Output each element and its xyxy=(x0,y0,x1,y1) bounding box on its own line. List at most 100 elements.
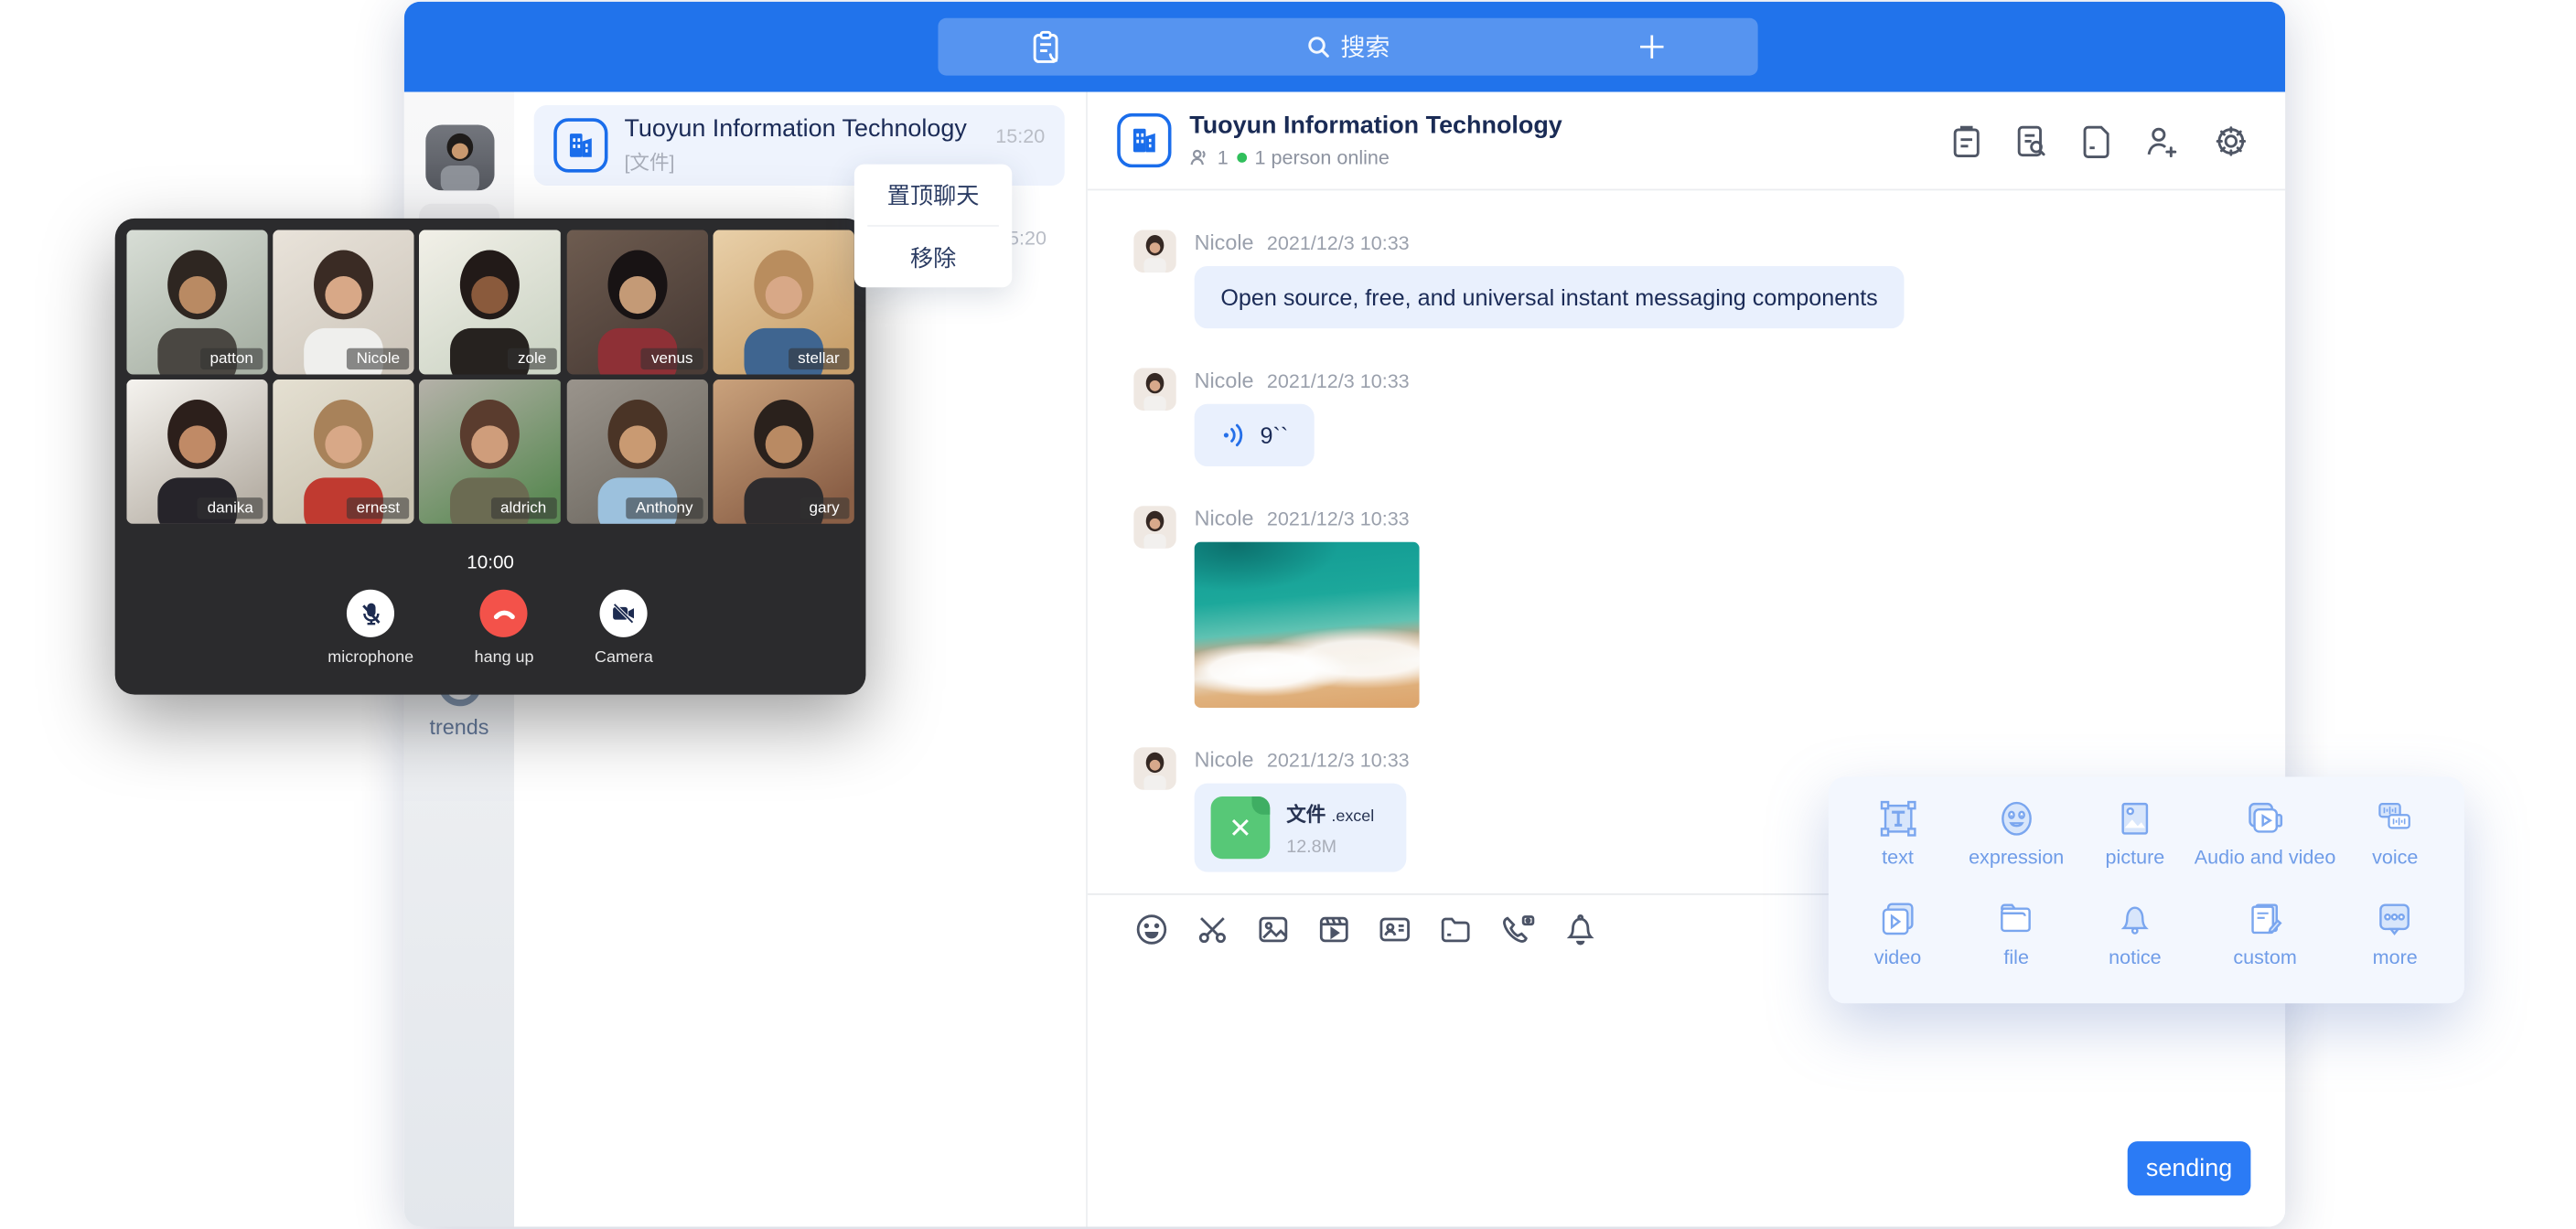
message-time: 2021/12/3 10:33 xyxy=(1267,231,1410,254)
building-icon xyxy=(1129,124,1160,155)
video-clip-icon[interactable] xyxy=(1316,911,1353,947)
add-member-icon[interactable] xyxy=(2144,123,2182,159)
participant-tile[interactable]: Nicole xyxy=(273,230,414,374)
microphone-off-icon xyxy=(358,600,384,626)
add-button[interactable] xyxy=(1544,33,1757,61)
participant-name: Anthony xyxy=(626,497,703,518)
search-placeholder: 搜索 xyxy=(1340,29,1390,64)
voice-wave-icon xyxy=(1220,422,1247,449)
menu-item-pin-chat[interactable]: 置顶聊天 xyxy=(854,165,1012,225)
order-icon[interactable] xyxy=(1950,123,1983,159)
message-text: Nicole 2021/12/3 10:33 Open source, free… xyxy=(1133,230,2285,328)
quick-action-label: Audio and video xyxy=(2195,846,2336,869)
notification-icon[interactable] xyxy=(1562,911,1599,947)
camera-off-icon xyxy=(610,600,639,628)
message-sender[interactable]: Nicole xyxy=(1195,230,1254,254)
message-sender[interactable]: Nicole xyxy=(1195,506,1254,530)
member-count: 1 xyxy=(1218,146,1229,169)
quick-action-custom[interactable]: custom xyxy=(2195,897,2336,988)
participant-tile[interactable]: aldrich xyxy=(420,379,562,524)
profile-avatar[interactable] xyxy=(425,124,494,190)
search-icon xyxy=(1306,35,1331,59)
voice-bubble[interactable]: 9`` xyxy=(1195,404,1315,466)
conversation-context-menu: 置顶聊天 移除 xyxy=(854,165,1012,288)
microphone-mute-button[interactable] xyxy=(347,590,394,637)
participant-tile[interactable]: gary xyxy=(713,379,854,524)
file-icon[interactable] xyxy=(2080,123,2113,159)
video-call-icon[interactable] xyxy=(1498,911,1538,947)
order-record-button[interactable] xyxy=(938,28,1151,65)
contact-card-icon[interactable] xyxy=(1377,911,1413,947)
participant-tile[interactable]: danika xyxy=(126,379,268,524)
participant-tile[interactable]: venus xyxy=(566,230,708,374)
participant-tile[interactable]: ernest xyxy=(273,379,414,524)
conversation-title: Tuoyun Information Technology xyxy=(624,115,995,144)
avatar[interactable] xyxy=(1133,368,1176,411)
participant-tile[interactable]: stellar xyxy=(713,230,854,374)
send-button[interactable]: sending xyxy=(2128,1141,2251,1195)
voice-duration: 9`` xyxy=(1260,422,1288,449)
avatar[interactable] xyxy=(1133,506,1176,549)
call-controls: microphone hang up xyxy=(126,590,854,667)
quick-action-audio-video[interactable]: Audio and video xyxy=(2195,796,2336,887)
quick-action-label: video xyxy=(1839,946,1958,968)
participant-name: danika xyxy=(198,497,263,518)
camera-label: Camera xyxy=(595,648,653,667)
video-call-overlay: patton Nicole zole venus stellar danika ernest… xyxy=(115,219,866,695)
file-message[interactable]: ✕ 文件 .excel 12.8M xyxy=(1195,784,1407,872)
message-sender[interactable]: Nicole xyxy=(1195,747,1254,772)
participant-name: patton xyxy=(200,348,263,369)
chat-area: Tuoyun Information Technology 1 1 person… xyxy=(1088,92,2285,1227)
quick-action-label: file xyxy=(1957,946,2076,968)
message-sender[interactable]: Nicole xyxy=(1195,368,1254,392)
notice-icon xyxy=(2113,897,2157,941)
quick-action-more[interactable]: more xyxy=(2335,897,2454,988)
quick-action-text[interactable]: text xyxy=(1839,796,1958,887)
quick-action-picture[interactable]: picture xyxy=(2076,796,2195,887)
hang-up-icon xyxy=(489,599,519,628)
camera-mute-button[interactable] xyxy=(600,590,648,637)
top-bar: 搜索 xyxy=(404,2,2285,92)
expression-icon xyxy=(1994,796,2038,840)
avatar[interactable] xyxy=(1133,747,1176,790)
hang-up-label: hang up xyxy=(475,648,534,667)
hang-up-button[interactable] xyxy=(480,590,528,637)
file-ext: .excel xyxy=(1331,807,1374,826)
message-image: Nicole 2021/12/3 10:33 xyxy=(1133,506,2285,708)
quick-action-expression[interactable]: expression xyxy=(1957,796,2076,887)
conversation-time: 15:20 xyxy=(995,124,1045,147)
text-bubble[interactable]: Open source, free, and universal instant… xyxy=(1195,266,1905,328)
quick-action-label: picture xyxy=(2076,846,2195,869)
avatar[interactable] xyxy=(1133,230,1176,273)
screenshot-scissors-icon[interactable] xyxy=(1195,911,1231,947)
folder-icon[interactable] xyxy=(1437,911,1474,947)
app-stage: 搜索 xyxy=(0,0,2576,1228)
menu-item-remove[interactable]: 移除 xyxy=(854,227,1012,287)
search-input[interactable]: 搜索 xyxy=(1152,29,1544,64)
participant-tile[interactable]: Anthony xyxy=(566,379,708,524)
doc-search-icon[interactable] xyxy=(2014,123,2049,159)
quick-action-label: voice xyxy=(2335,846,2454,869)
custom-icon xyxy=(2243,897,2287,941)
search-pill: 搜索 xyxy=(938,18,1757,76)
voice-icon xyxy=(2373,796,2417,840)
participant-name: venus xyxy=(641,348,703,369)
image-message-beach[interactable] xyxy=(1195,542,1420,708)
picture-icon[interactable] xyxy=(1255,911,1292,947)
quick-action-voice[interactable]: voice xyxy=(2335,796,2454,887)
message-time: 2021/12/3 10:33 xyxy=(1267,508,1410,530)
quick-action-video[interactable]: video xyxy=(1839,897,1958,988)
building-icon xyxy=(565,130,596,161)
participant-name: zole xyxy=(508,348,556,369)
participant-tile[interactable]: patton xyxy=(126,230,268,374)
participant-tile[interactable]: zole xyxy=(420,230,562,374)
quick-action-label: notice xyxy=(2076,946,2195,968)
quick-action-file[interactable]: file xyxy=(1957,897,2076,988)
message-voice: Nicole 2021/12/3 10:33 9`` xyxy=(1133,368,2285,466)
participant-name: Nicole xyxy=(347,348,410,369)
online-dot xyxy=(1237,153,1247,163)
participant-name: aldrich xyxy=(490,497,556,518)
settings-icon[interactable] xyxy=(2213,123,2249,159)
emoji-icon[interactable] xyxy=(1133,911,1170,947)
quick-action-notice[interactable]: notice xyxy=(2076,897,2195,988)
